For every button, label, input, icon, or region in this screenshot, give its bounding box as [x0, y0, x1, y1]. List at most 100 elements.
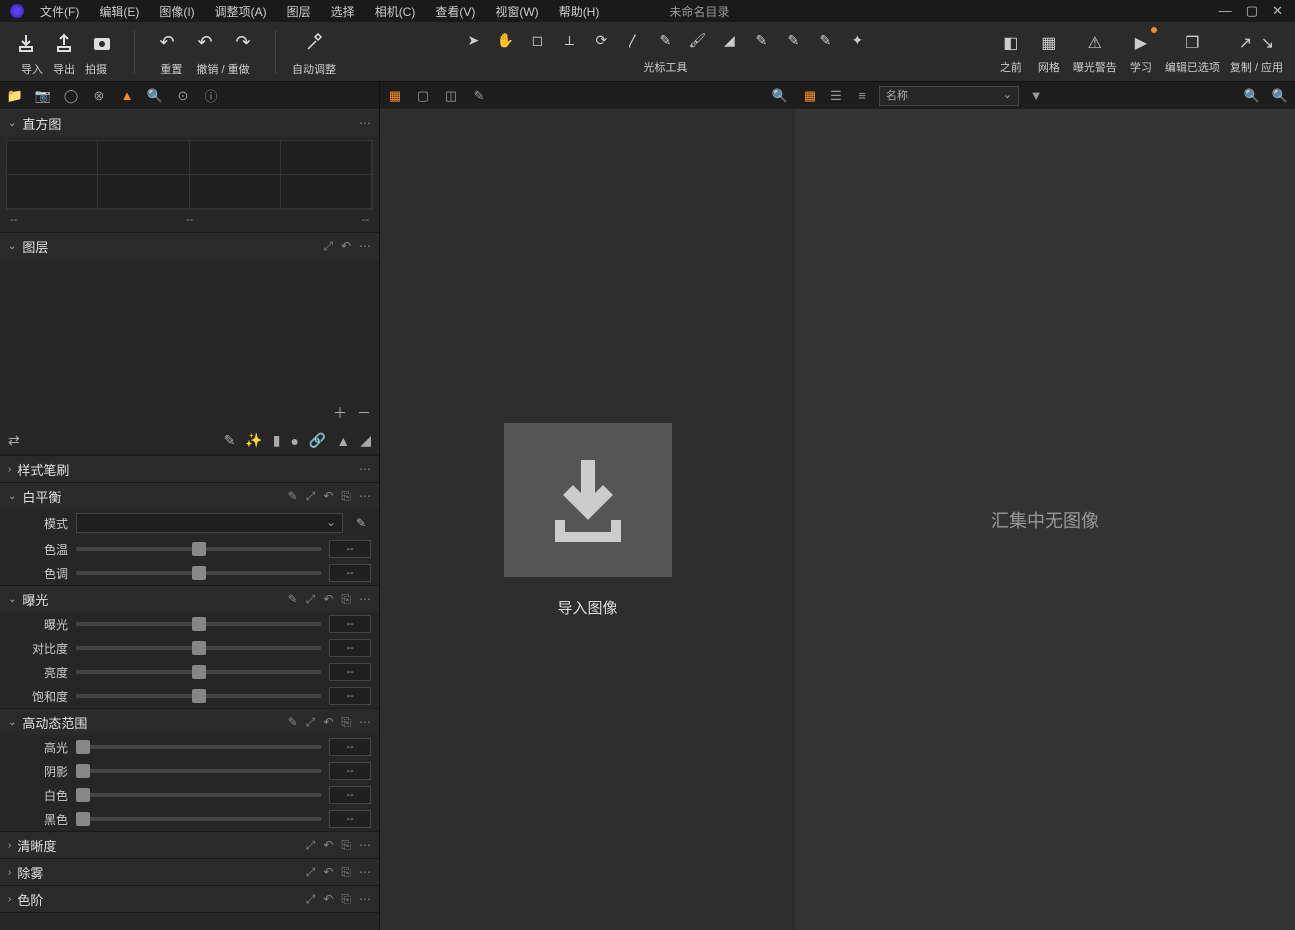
menu-help[interactable]: 帮助(H) — [549, 0, 610, 23]
contrast-slider[interactable] — [76, 646, 321, 650]
undo-button[interactable]: ↶ — [189, 27, 221, 59]
temp-value[interactable]: -- — [329, 540, 371, 558]
copy-icon[interactable]: ⎘ — [341, 715, 351, 730]
close-button[interactable]: ✕ — [1272, 3, 1283, 19]
brush-tool[interactable]: 🖌 — [685, 29, 709, 53]
browser-zoom-icon[interactable]: 🔍 — [1243, 87, 1261, 105]
histogram-header[interactable]: ⌄ 直方图 ⋯ — [0, 110, 379, 136]
menu-file[interactable]: 文件(F) — [30, 0, 89, 23]
copy-icon[interactable]: ⎘ — [341, 489, 351, 504]
magic-tool[interactable]: ✦ — [845, 29, 869, 53]
erase-icon[interactable]: ◢ — [360, 432, 371, 449]
undo-icon[interactable]: ↶ — [341, 239, 351, 254]
hand-tool[interactable]: ✋ — [493, 29, 517, 53]
adjust-tab[interactable]: ▲ — [118, 87, 136, 105]
saturation-value[interactable]: -- — [329, 687, 371, 705]
expand-icon[interactable]: ⤢ — [306, 838, 316, 853]
shape-tool[interactable]: ◻ — [525, 29, 549, 53]
import-button[interactable] — [10, 27, 42, 59]
import-dropzone[interactable] — [504, 423, 672, 577]
section-menu-icon[interactable]: ⋯ — [359, 715, 371, 730]
maximize-button[interactable]: ▢ — [1246, 3, 1258, 19]
saturation-slider[interactable] — [76, 694, 321, 698]
lens-tab[interactable]: ◯ — [62, 87, 80, 105]
edit-icon[interactable]: ✎ — [288, 489, 298, 504]
add-layer-icon[interactable]: ＋ — [333, 403, 347, 423]
spot-tool[interactable]: ✎ — [653, 29, 677, 53]
rotate-tool[interactable]: ⟳ — [589, 29, 613, 53]
export-button[interactable] — [48, 27, 80, 59]
section-menu-icon[interactable]: ⋯ — [359, 892, 371, 907]
highlight-slider[interactable] — [76, 745, 321, 749]
dehaze-header[interactable]: › 除雾 ⤢↶⎘⋯ — [0, 859, 379, 885]
filter-icon[interactable]: ▼ — [1027, 87, 1045, 105]
white-value[interactable]: -- — [329, 786, 371, 804]
search-tab[interactable]: 🔍 — [146, 87, 164, 105]
menu-image[interactable]: 图像(I) — [149, 0, 204, 23]
apply-button[interactable]: ↘ — [1258, 29, 1276, 57]
redo-button[interactable]: ↷ — [227, 27, 259, 59]
color-tab[interactable]: ⊗ — [90, 87, 108, 105]
exposure-slider[interactable] — [76, 622, 321, 626]
reset-button[interactable]: ↶ — [151, 27, 183, 59]
erase-tool[interactable]: ◢ — [717, 29, 741, 53]
edit-icon[interactable]: ✎ — [288, 715, 298, 730]
link-icon[interactable]: 🔗 — [309, 432, 326, 449]
black-value[interactable]: -- — [329, 810, 371, 828]
stamp-icon[interactable]: ▲ — [336, 433, 350, 449]
info-tab[interactable]: ⓘ — [202, 87, 220, 105]
shadow-value[interactable]: -- — [329, 762, 371, 780]
auto-adjust-button[interactable] — [298, 27, 330, 59]
highlight-value[interactable]: -- — [329, 738, 371, 756]
undo-icon[interactable]: ↶ — [323, 489, 333, 504]
levels-header[interactable]: › 色阶 ⤢↶⎘⋯ — [0, 886, 379, 912]
color-picker-icon[interactable]: ✎ — [351, 513, 371, 533]
capture-tab[interactable]: 📷 — [34, 87, 52, 105]
radial-tool[interactable]: ✎ — [781, 29, 805, 53]
hdr-header[interactable]: ⌄ 高动态范围 ✎ ⤢ ↶ ⎘ ⋯ — [0, 709, 379, 735]
expand-icon[interactable]: ⤢ — [323, 239, 333, 254]
minimize-button[interactable]: — — [1219, 3, 1232, 19]
style-brush-header[interactable]: › 样式笔刷 ⋯ — [0, 456, 379, 482]
shadow-slider[interactable] — [76, 769, 321, 773]
section-menu-icon[interactable]: ⋯ — [359, 462, 371, 476]
contrast-value[interactable]: -- — [329, 639, 371, 657]
menu-adjustments[interactable]: 调整项(A) — [205, 0, 277, 23]
edit-icon[interactable]: ✎ — [288, 592, 298, 607]
gradient-tool[interactable]: ✎ — [749, 29, 773, 53]
exposure-value[interactable]: -- — [329, 615, 371, 633]
menu-camera[interactable]: 相机(C) — [365, 0, 426, 23]
layers-header[interactable]: ⌄ 图层 ⤢ ↶ ⋯ — [0, 233, 379, 259]
view-single-icon[interactable]: ▢ — [414, 87, 432, 105]
white-balance-header[interactable]: ⌄ 白平衡 ✎ ⤢ ↶ ⎘ ⋯ — [0, 483, 379, 509]
magic-brush-icon[interactable]: ✨ — [245, 432, 262, 449]
remove-layer-icon[interactable]: － — [357, 403, 371, 423]
undo-icon[interactable]: ↶ — [323, 592, 333, 607]
black-slider[interactable] — [76, 817, 321, 821]
radial-icon[interactable]: ● — [290, 433, 298, 449]
brush-icon[interactable]: ✎ — [224, 432, 236, 449]
expand-icon[interactable]: ⤢ — [306, 865, 316, 880]
tint-slider[interactable] — [76, 571, 321, 575]
undo-icon[interactable]: ↶ — [323, 838, 333, 853]
exposure-warning-button[interactable]: ⚠ — [1081, 29, 1109, 57]
learn-button[interactable]: ▶ — [1127, 29, 1155, 57]
menu-select[interactable]: 选择 — [321, 0, 365, 23]
library-tab[interactable]: 📁 — [6, 87, 24, 105]
zoom-icon[interactable]: 🔍 — [771, 87, 789, 105]
undo-icon[interactable]: ↶ — [323, 865, 333, 880]
view-split-icon[interactable]: ◫ — [442, 87, 460, 105]
capture-button[interactable] — [86, 27, 118, 59]
view-brush-icon[interactable]: ✎ — [470, 87, 488, 105]
browser-list-icon[interactable]: ☰ — [827, 87, 845, 105]
swap-icon[interactable]: ⇄ — [8, 432, 20, 449]
sort-select[interactable]: 名称 — [879, 86, 1019, 106]
brightness-value[interactable]: -- — [329, 663, 371, 681]
menu-view[interactable]: 查看(V) — [425, 0, 485, 23]
pointer-tool[interactable]: ➤ — [461, 29, 485, 53]
section-menu-icon[interactable]: ⋯ — [359, 239, 371, 254]
grid-button[interactable]: ▦ — [1035, 29, 1063, 57]
straighten-tool[interactable]: 〳 — [621, 29, 645, 53]
undo-icon[interactable]: ↶ — [323, 715, 333, 730]
heal-tool[interactable]: ✎ — [813, 29, 837, 53]
